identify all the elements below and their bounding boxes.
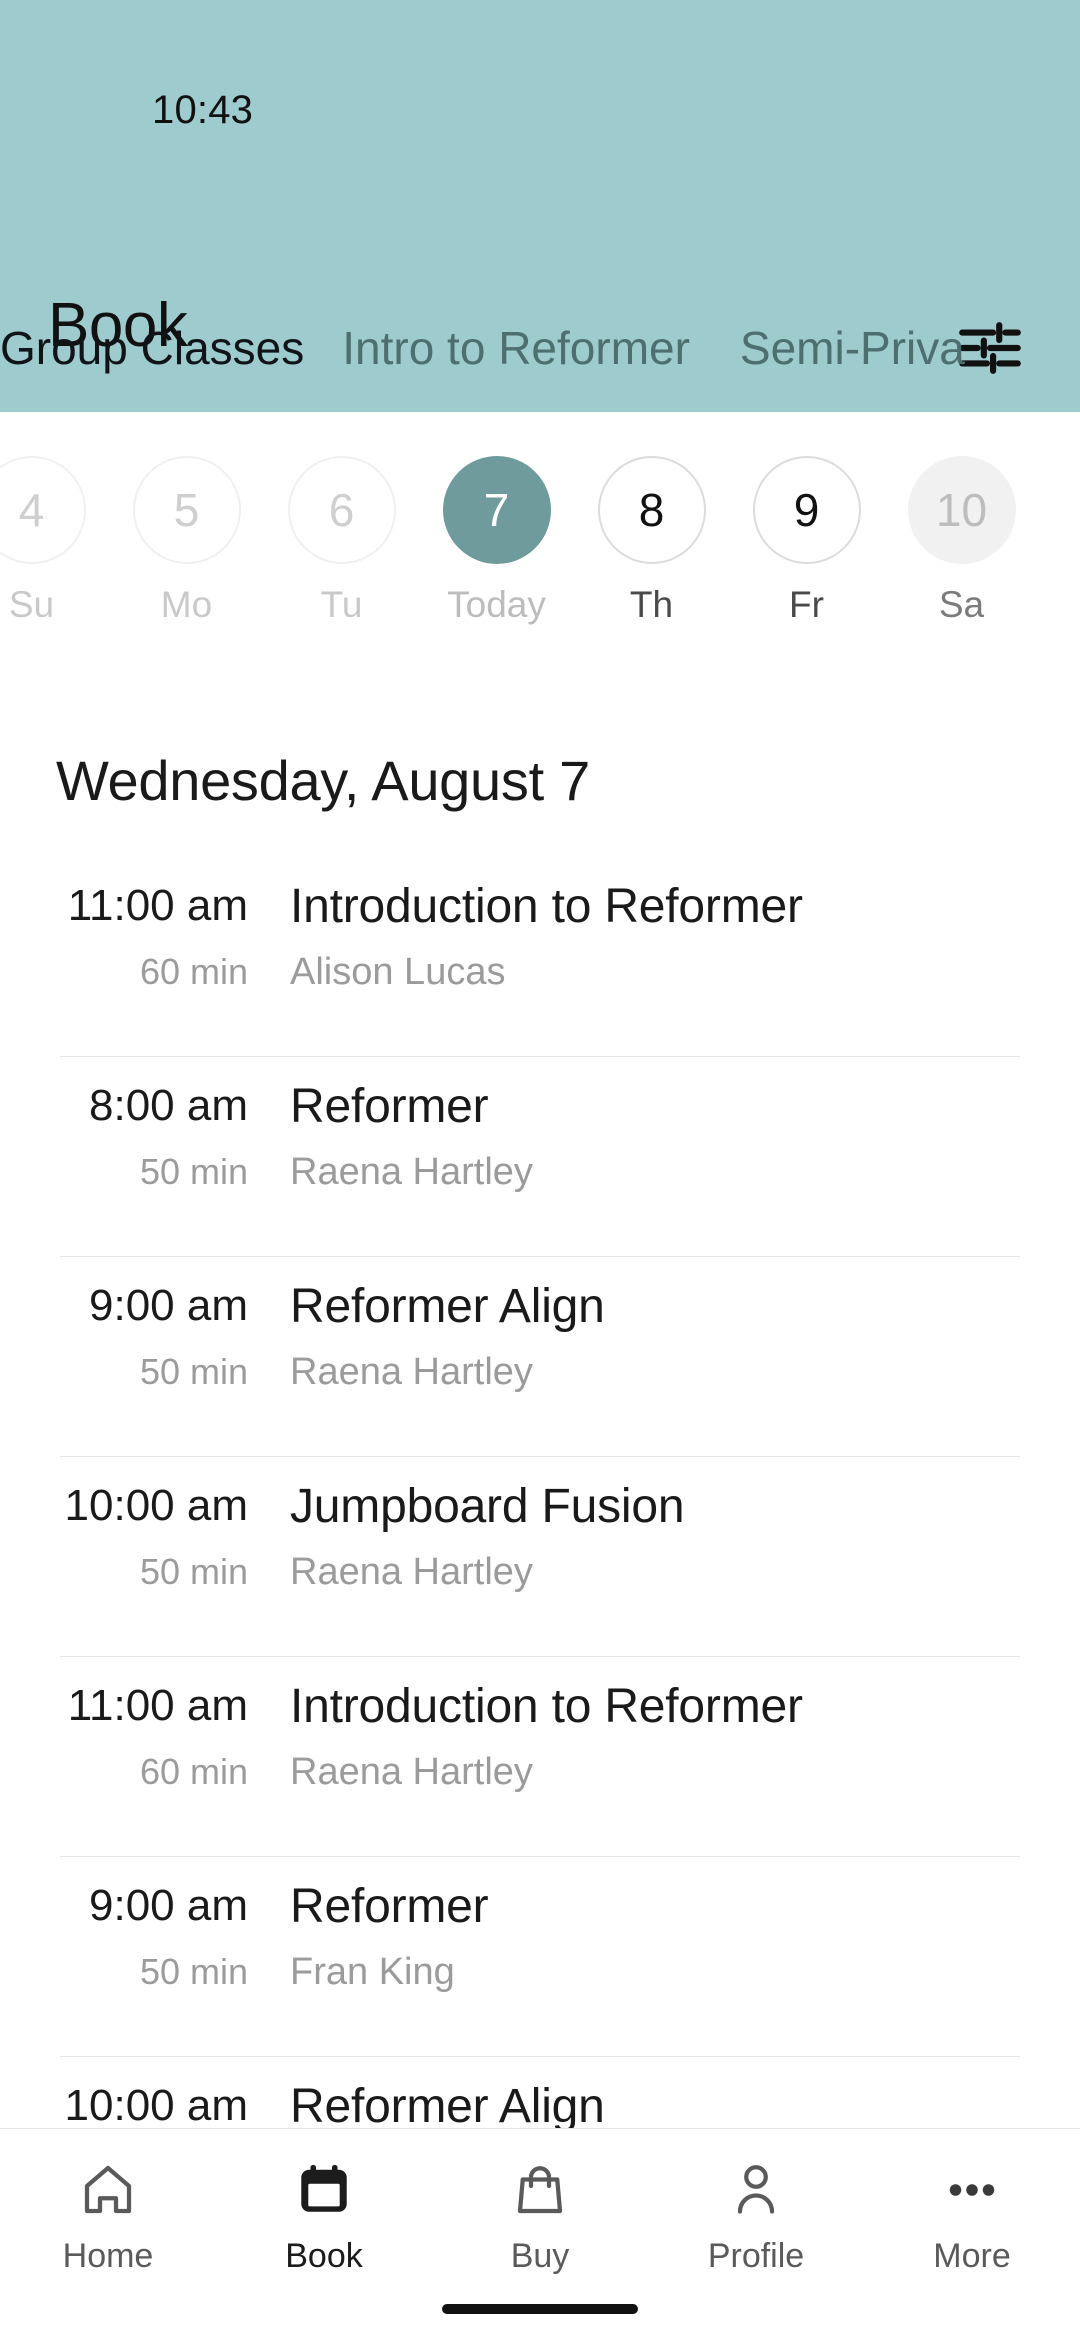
class-duration: 60 min xyxy=(139,951,248,992)
class-row[interactable]: 10:00 am 50 min Jumpboard Fusion Raena H… xyxy=(0,1456,1080,1656)
class-info-column: Reformer Align Raena Hartley xyxy=(290,1278,1080,1396)
class-time: 11:00 am xyxy=(67,1681,248,1730)
app-screen: 10:43 Book Group Classes Intro to Reform… xyxy=(0,0,1080,2340)
bag-icon xyxy=(510,2157,570,2223)
date-circle-6[interactable]: 6 xyxy=(287,456,396,564)
nav-label-buy: Buy xyxy=(510,2237,570,2275)
class-info-column: Reformer Raena Hartley xyxy=(290,1078,1080,1196)
category-tabs[interactable]: Group Classes Intro to Reformer Semi-Pri… xyxy=(0,298,1080,412)
class-row[interactable]: 11:00 am 60 min Introduction to Reformer… xyxy=(0,856,1080,1056)
person-icon xyxy=(726,2157,786,2223)
class-teacher: Alison Lucas xyxy=(290,951,506,993)
date-cell-8[interactable]: 8 Th xyxy=(574,456,729,626)
class-time-column: 9:00 am 50 min xyxy=(0,1878,290,1994)
nav-item-book[interactable]: Book xyxy=(216,2157,432,2276)
class-time: 10:00 am xyxy=(64,1481,248,1530)
nav-item-home[interactable]: Home xyxy=(0,2157,216,2276)
header-title-row: Book xyxy=(0,150,1080,374)
class-name: Introduction to Reformer xyxy=(290,880,803,933)
nav-label-profile: Profile xyxy=(707,2237,805,2275)
status-bar: 10:43 xyxy=(0,44,1080,132)
class-teacher: Raena Hartley xyxy=(290,1351,533,1393)
class-time: 9:00 am xyxy=(89,1881,248,1930)
class-teacher: Raena Hartley xyxy=(290,1551,533,1593)
class-time-column: 9:00 am 50 min xyxy=(0,1278,290,1394)
date-circle-5[interactable]: 5 xyxy=(132,456,241,564)
class-time-column: 8:00 am 50 min xyxy=(0,1078,290,1194)
class-row[interactable]: 10:00 am Reformer Align xyxy=(0,2056,1080,2128)
class-name: Reformer xyxy=(290,1080,489,1133)
date-weekday-8: Th xyxy=(629,584,674,625)
nav-label-home: Home xyxy=(62,2237,154,2275)
date-weekday-6: Tu xyxy=(320,584,363,625)
class-name: Reformer Align xyxy=(290,1280,605,1333)
tab-semi-private[interactable]: Semi-Priva xyxy=(740,298,965,376)
class-info-column: Reformer Fran King xyxy=(290,1878,1080,1996)
date-circle-4[interactable]: 4 xyxy=(0,456,86,564)
class-time-column: 10:00 am 50 min xyxy=(0,1478,290,1594)
class-time-column: 11:00 am 60 min xyxy=(0,878,290,994)
class-name: Reformer Align xyxy=(290,2080,605,2128)
app-header: 10:43 Book Group Classes Intro to Reform… xyxy=(0,0,1080,412)
date-weekday-4: Su xyxy=(8,584,55,625)
class-time: 11:00 am xyxy=(67,881,248,930)
day-heading: Wednesday, August 7 xyxy=(56,749,590,812)
home-indicator xyxy=(442,2304,638,2314)
date-selector-strip[interactable]: 4 Su 5 Mo 6 Tu 7 Today 8 Th 9 Fr 10 Sa xyxy=(0,412,1080,660)
date-circle-8[interactable]: 8 xyxy=(597,456,706,564)
class-name: Reformer xyxy=(290,1880,489,1933)
date-track: 4 Su 5 Mo 6 Tu 7 Today 8 Th 9 Fr 10 Sa xyxy=(0,456,1039,626)
date-weekday-7: Today xyxy=(447,584,546,625)
date-circle-9[interactable]: 9 xyxy=(752,456,861,564)
date-cell-7-today[interactable]: 7 Today xyxy=(419,456,574,626)
date-cell-9[interactable]: 9 Fr xyxy=(729,456,884,626)
date-cell-4[interactable]: 4 Su xyxy=(0,456,109,626)
date-cell-6[interactable]: 6 Tu xyxy=(264,456,419,626)
class-duration: 60 min xyxy=(139,1751,248,1792)
nav-item-profile[interactable]: Profile xyxy=(648,2157,864,2276)
class-teacher: Fran King xyxy=(290,1951,455,1993)
class-info-column: Introduction to Reformer Raena Hartley xyxy=(290,1678,1080,1796)
bottom-navigation-bar[interactable]: Home Book Buy Profile More xyxy=(0,2128,1080,2340)
class-name: Introduction to Reformer xyxy=(290,1680,803,1733)
date-circle-7-selected[interactable]: 7 xyxy=(442,456,551,564)
class-list[interactable]: 11:00 am 60 min Introduction to Reformer… xyxy=(0,856,1080,2128)
calendar-icon xyxy=(295,2157,353,2223)
nav-label-book: Book xyxy=(285,2237,363,2275)
class-duration: 50 min xyxy=(139,1951,248,1992)
status-bar-clock: 10:43 xyxy=(152,88,254,132)
class-time: 10:00 am xyxy=(64,2081,248,2128)
class-time: 9:00 am xyxy=(89,1281,248,1330)
nav-label-more: More xyxy=(933,2237,1011,2275)
class-duration: 50 min xyxy=(139,1151,248,1192)
nav-item-more[interactable]: More xyxy=(864,2157,1080,2276)
class-time-column: 10:00 am xyxy=(0,2078,290,2128)
class-time-column: 11:00 am 60 min xyxy=(0,1678,290,1794)
class-row[interactable]: 11:00 am 60 min Introduction to Reformer… xyxy=(0,1656,1080,1856)
class-info-column: Introduction to Reformer Alison Lucas xyxy=(290,878,1080,996)
class-info-column: Reformer Align xyxy=(290,2078,1080,2128)
date-weekday-5: Mo xyxy=(160,584,213,625)
home-icon xyxy=(78,2157,138,2223)
date-circle-10[interactable]: 10 xyxy=(907,456,1016,564)
tab-intro-to-reformer[interactable]: Intro to Reformer xyxy=(342,298,690,376)
nav-item-buy[interactable]: Buy xyxy=(432,2157,648,2276)
class-name: Jumpboard Fusion xyxy=(290,1480,685,1533)
class-duration: 50 min xyxy=(139,1351,248,1392)
class-teacher: Raena Hartley xyxy=(290,1151,533,1193)
class-row[interactable]: 9:00 am 50 min Reformer Align Raena Hart… xyxy=(0,1256,1080,1456)
date-cell-5[interactable]: 5 Mo xyxy=(109,456,264,626)
date-weekday-9: Fr xyxy=(789,584,824,625)
ellipsis-icon xyxy=(942,2157,1002,2223)
date-weekday-10: Sa xyxy=(938,584,985,625)
class-duration: 50 min xyxy=(139,1551,248,1592)
tab-group-classes[interactable]: Group Classes xyxy=(0,298,304,376)
class-row[interactable]: 9:00 am 50 min Reformer Fran King xyxy=(0,1856,1080,2056)
class-time: 8:00 am xyxy=(89,1081,248,1130)
class-row[interactable]: 8:00 am 50 min Reformer Raena Hartley xyxy=(0,1056,1080,1256)
class-teacher: Raena Hartley xyxy=(290,1751,533,1793)
date-cell-10[interactable]: 10 Sa xyxy=(884,456,1039,626)
class-info-column: Jumpboard Fusion Raena Hartley xyxy=(290,1478,1080,1596)
